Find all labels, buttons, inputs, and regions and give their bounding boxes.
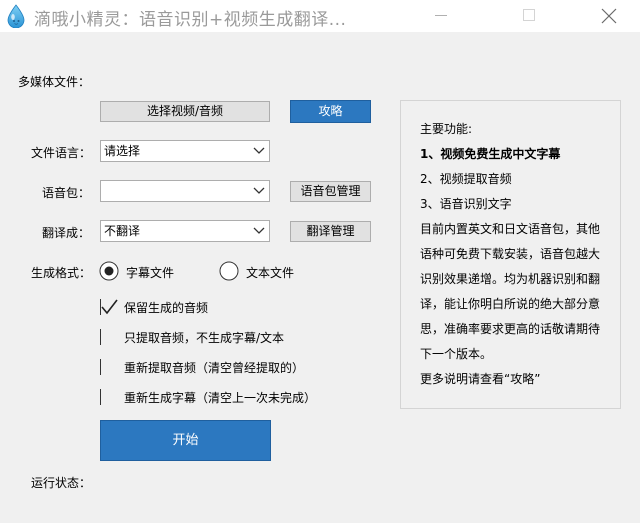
- translate-manage-button[interactable]: 翻译管理: [290, 221, 371, 242]
- checkbox-re-extract-audio-label: 重新提取音频（清空曾经提取的）: [124, 361, 305, 375]
- info-line: 思，准确率要求更高的话敬请期待: [420, 322, 601, 336]
- checkbox-unchecked-icon: [100, 329, 101, 345]
- checkbox-unchecked-icon: [100, 389, 101, 405]
- info-line: 下一个版本。: [420, 347, 493, 361]
- checkbox-keep-audio[interactable]: 保留生成的音频: [100, 298, 360, 318]
- info-line: 语种可免费下载安装，语音包越大: [420, 247, 601, 261]
- media-files-label: 多媒体文件：: [18, 75, 91, 89]
- translate-to-select[interactable]: 不翻译: [100, 220, 270, 242]
- maximize-button[interactable]: [506, 0, 552, 32]
- info-heading: 主要功能:: [420, 122, 473, 136]
- file-language-value: 请选择: [104, 144, 141, 158]
- radio-text-file[interactable]: [219, 261, 239, 281]
- select-media-button[interactable]: 选择视频/音频: [100, 101, 270, 122]
- app-window: 滴哦小精灵：语音识别+视频生成翻译... 多媒体文件： 选择视频/音频 攻略 文…: [0, 0, 640, 523]
- water-drop-icon: [6, 4, 26, 29]
- translate-to-label: 翻译成：: [42, 226, 91, 240]
- checkbox-extract-audio-only-label: 只提取音频，不生成字幕/文本: [124, 331, 285, 345]
- info-line: 目前内置英文和日文语音包，其他: [420, 222, 601, 236]
- minimize-button[interactable]: [418, 0, 464, 32]
- close-icon: [601, 8, 617, 24]
- info-line: 译，能让你明白所说的绝大部分意: [420, 297, 601, 311]
- checkbox-checked-icon: [100, 299, 118, 315]
- radio-text-file-label: 文本文件: [246, 266, 295, 280]
- title-bar: 滴哦小精灵：语音识别+视频生成翻译...: [0, 0, 640, 32]
- info-panel: 主要功能: 1、视频免费生成中文字幕 2、视频提取音频 3、语音识别文字 目前内…: [400, 100, 621, 409]
- file-language-select[interactable]: 请选择: [100, 140, 270, 162]
- checkbox-extract-audio-only[interactable]: 只提取音频，不生成字幕/文本: [100, 328, 360, 348]
- file-language-label: 文件语言：: [31, 146, 92, 160]
- output-format-label: 生成格式：: [31, 266, 92, 280]
- info-line: 2、视频提取音频: [420, 172, 512, 186]
- checkbox-unchecked-icon: [100, 359, 101, 375]
- chevron-down-icon: [253, 227, 265, 234]
- voice-pack-label: 语音包：: [42, 186, 91, 200]
- maximize-icon: [523, 9, 535, 21]
- info-line: 1、视频免费生成中文字幕: [420, 147, 561, 161]
- radio-subtitle-file[interactable]: [99, 261, 119, 281]
- voice-pack-manage-button[interactable]: 语音包管理: [290, 181, 371, 202]
- checkbox-regenerate-subtitles-label: 重新生成字幕（清空上一次未完成）: [124, 391, 317, 405]
- checkbox-regenerate-subtitles[interactable]: 重新生成字幕（清空上一次未完成）: [100, 388, 360, 408]
- window-title: 滴哦小精灵：语音识别+视频生成翻译...: [34, 10, 347, 30]
- guide-button[interactable]: 攻略: [290, 100, 371, 123]
- checkbox-keep-audio-label: 保留生成的音频: [124, 301, 209, 315]
- info-line: 3、语音识别文字: [420, 197, 512, 211]
- run-status-label: 运行状态：: [31, 476, 92, 490]
- checkbox-re-extract-audio[interactable]: 重新提取音频（清空曾经提取的）: [100, 358, 360, 378]
- chevron-down-icon: [253, 147, 265, 154]
- start-button[interactable]: 开始: [100, 420, 271, 461]
- minimize-icon: [435, 15, 447, 16]
- close-button[interactable]: [586, 0, 632, 32]
- voice-pack-select[interactable]: [100, 180, 270, 202]
- chevron-down-icon: [253, 187, 265, 194]
- radio-subtitle-file-label: 字幕文件: [126, 266, 175, 280]
- info-line: 更多说明请查看“攻略”: [420, 372, 541, 386]
- info-line: 识别效果递增。均为机器识别和翻: [420, 272, 601, 286]
- translate-to-value: 不翻译: [104, 224, 141, 238]
